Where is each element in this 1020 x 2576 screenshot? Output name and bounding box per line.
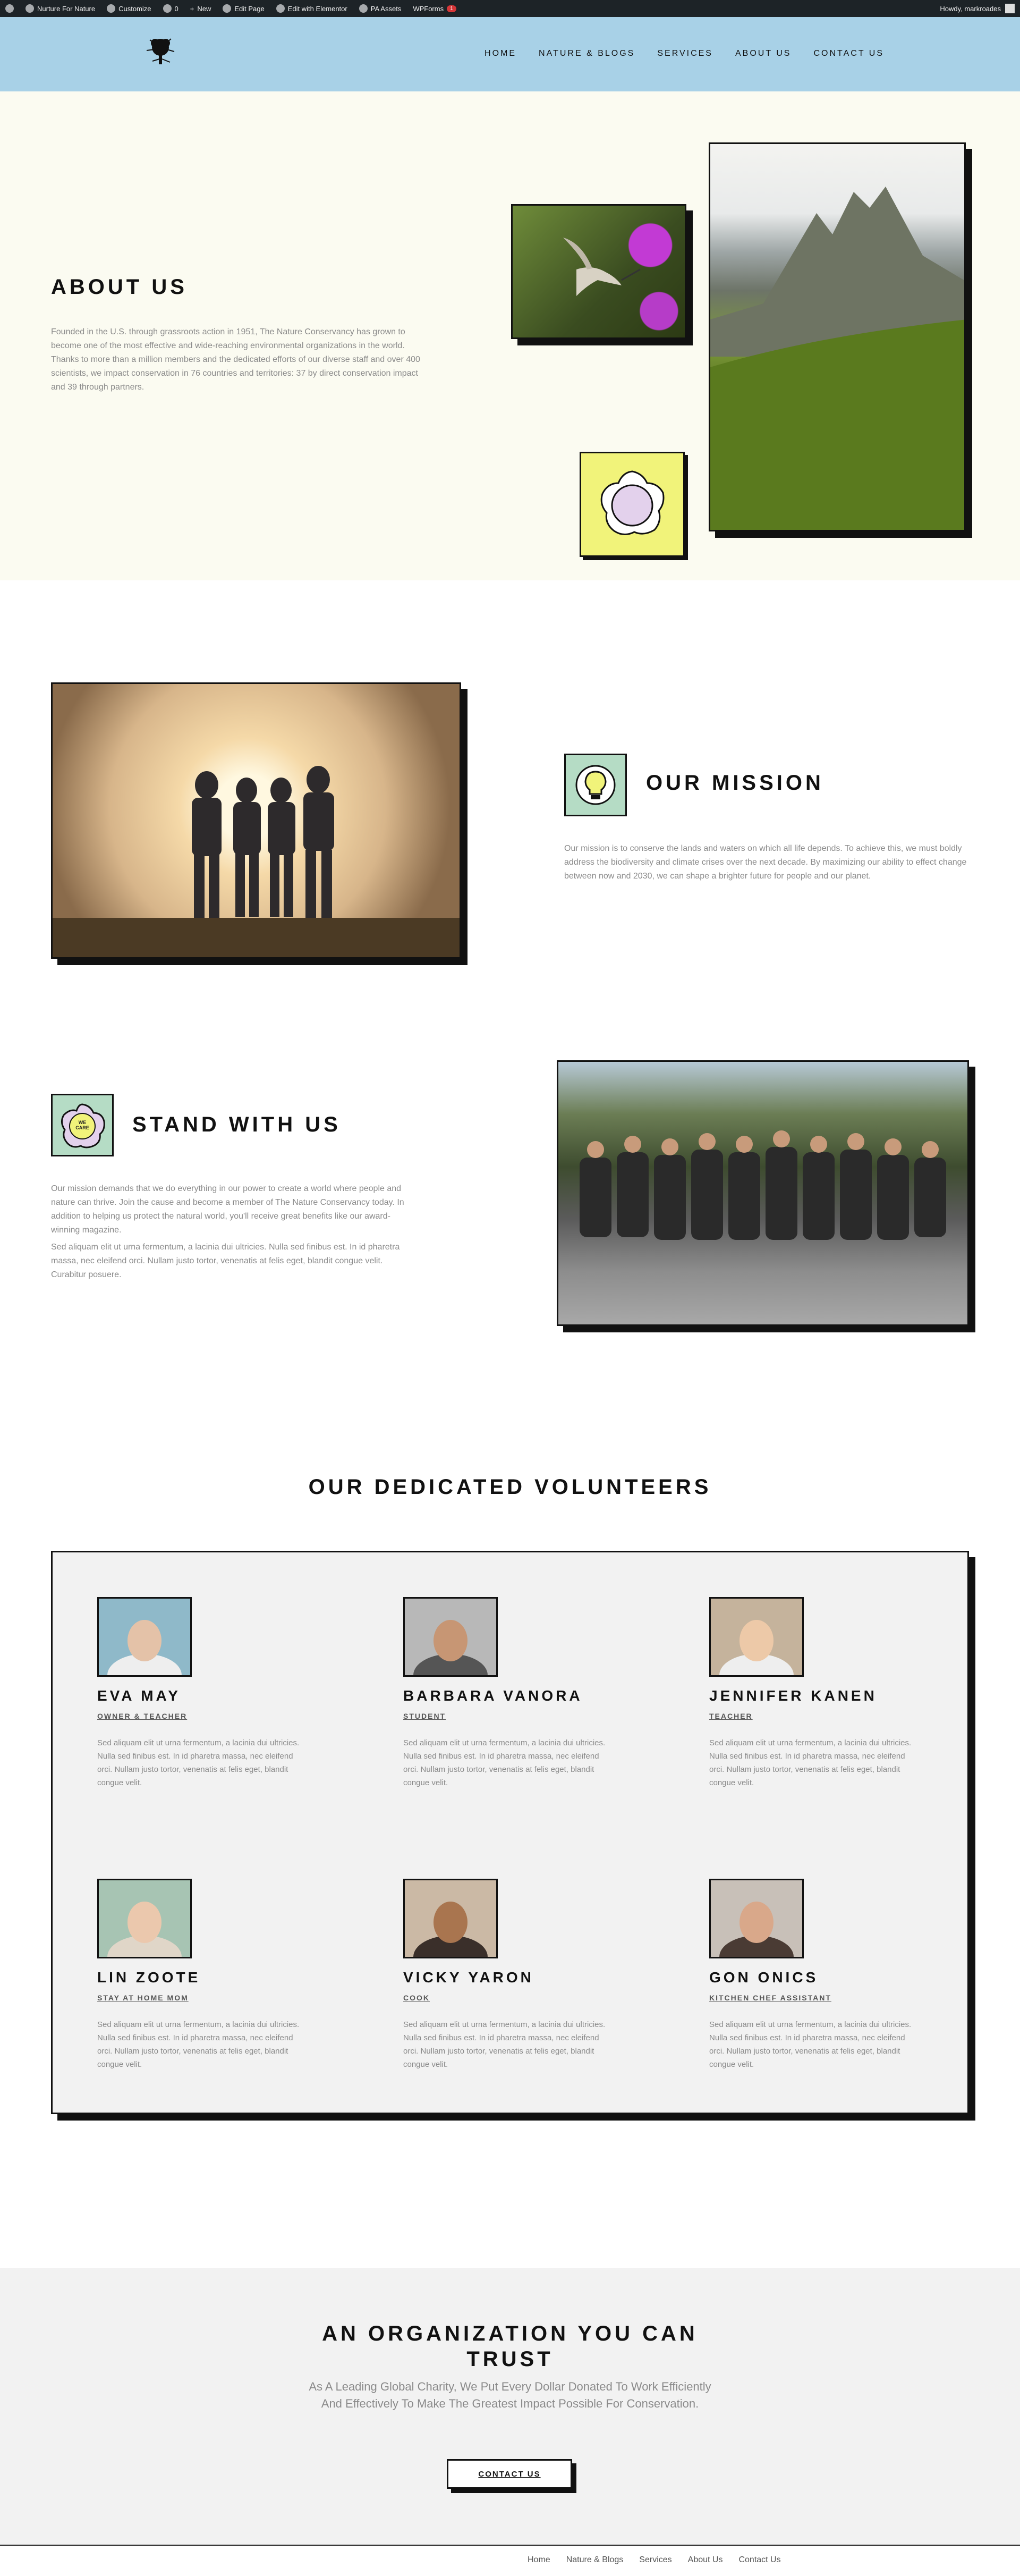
avatar bbox=[1005, 4, 1015, 13]
comment-icon bbox=[163, 4, 172, 13]
volunteer-name: BARBARA VANORA bbox=[403, 1687, 583, 1704]
trust-subtitle: As A Leading Global Charity, We Put Ever… bbox=[309, 2380, 711, 2410]
admin-customize[interactable]: Customize bbox=[107, 4, 151, 13]
volunteer-name: GON ONICS bbox=[709, 1969, 819, 1986]
volunteers-title: OUR DEDICATED VOLUNTEERS bbox=[308, 1475, 712, 1499]
volunteer-photo bbox=[403, 1879, 498, 1958]
nav-home[interactable]: HOME bbox=[484, 49, 516, 58]
volunteer-photo bbox=[97, 1597, 192, 1677]
brush-icon bbox=[107, 4, 116, 13]
elementor-icon bbox=[276, 4, 285, 13]
pencil-icon bbox=[223, 4, 232, 13]
admin-wpforms[interactable]: WPForms 1 bbox=[413, 5, 456, 13]
hummingbird-icon bbox=[563, 238, 641, 296]
volunteer-role[interactable]: STAY AT HOME MOM bbox=[97, 1994, 310, 2002]
footer-link-home[interactable]: Home bbox=[528, 2555, 550, 2565]
volunteer-name: EVA MAY bbox=[97, 1687, 181, 1704]
volunteer-card: EVA MAY OWNER & TEACHER Sed aliquam elit… bbox=[97, 1597, 310, 1789]
friends-sunset-image bbox=[51, 682, 461, 959]
trust-section: AN ORGANIZATION YOU CAN TRUST As A Leadi… bbox=[0, 2268, 1020, 2545]
group-people-icon bbox=[580, 1130, 946, 1240]
volunteer-photo bbox=[97, 1879, 192, 1958]
volunteer-bio: Sed aliquam elit ut urna fermentum, a la… bbox=[403, 1738, 606, 1787]
nav-about-us[interactable]: ABOUT US bbox=[735, 49, 792, 58]
flower-icon-box bbox=[580, 452, 685, 557]
mission-text: Our mission is to conserve the lands and… bbox=[564, 844, 967, 881]
nav-contact-us[interactable]: CONTACT US bbox=[813, 49, 884, 58]
volunteer-role[interactable]: OWNER & TEACHER bbox=[97, 1712, 310, 1720]
mission-title: OUR MISSION bbox=[646, 771, 824, 795]
volunteers-card: EVA MAY OWNER & TEACHER Sed aliquam elit… bbox=[51, 1551, 969, 2114]
mission-icon-box bbox=[564, 754, 627, 816]
stand-text-1: Our mission demands that we do everythin… bbox=[51, 1184, 404, 1235]
about-section: ABOUT US Founded in the U.S. through gra… bbox=[0, 91, 1020, 580]
volunteer-bio: Sed aliquam elit ut urna fermentum, a la… bbox=[403, 2020, 606, 2069]
volunteer-bio: Sed aliquam elit ut urna fermentum, a la… bbox=[709, 1738, 912, 1787]
volunteer-card: GON ONICS KITCHEN CHEF ASSISTANT Sed ali… bbox=[709, 1879, 922, 2071]
main-nav: HOME NATURE & BLOGS SERVICES ABOUT US CO… bbox=[484, 49, 884, 58]
admin-account[interactable]: Howdy, markroades bbox=[940, 4, 1015, 13]
admin-new[interactable]: + New bbox=[190, 5, 211, 13]
volunteer-role[interactable]: COOK bbox=[403, 1994, 616, 2002]
volunteer-card: LIN ZOOTE STAY AT HOME MOM Sed aliquam e… bbox=[97, 1879, 310, 2071]
site-logo[interactable] bbox=[139, 29, 182, 72]
volunteer-role[interactable]: STUDENT bbox=[403, 1712, 616, 1720]
stand-text-2: Sed aliquam elit ut urna fermentum, a la… bbox=[51, 1243, 400, 1279]
nav-services[interactable]: SERVICES bbox=[657, 49, 713, 58]
tree-logo-icon bbox=[146, 38, 175, 64]
plus-icon: + bbox=[190, 4, 194, 13]
volunteer-photo bbox=[709, 1879, 804, 1958]
admin-site-name[interactable]: Nurture For Nature bbox=[26, 4, 95, 13]
trust-title: AN ORGANIZATION YOU CAN TRUST bbox=[322, 2322, 698, 2371]
volunteer-card: JENNIFER KANEN TEACHER Sed aliquam elit … bbox=[709, 1597, 922, 1789]
admin-bar: Nurture For Nature Customize 0 + New Edit… bbox=[0, 0, 1020, 17]
about-text: Founded in the U.S. through grassroots a… bbox=[51, 327, 420, 392]
we-care-label: WE CARE bbox=[75, 1120, 89, 1130]
volunteer-photo bbox=[403, 1597, 498, 1677]
site-footer: Home Nature & Blogs Services About Us Co… bbox=[0, 2545, 1020, 2576]
footer-link-contact-us[interactable]: Contact Us bbox=[738, 2555, 780, 2565]
mountain-peaks-icon bbox=[710, 187, 964, 530]
volunteer-photo bbox=[709, 1597, 804, 1677]
admin-edit-page[interactable]: Edit Page bbox=[223, 4, 265, 13]
nav-nature-blogs[interactable]: NATURE & BLOGS bbox=[539, 49, 635, 58]
hummingbird-image bbox=[511, 204, 686, 339]
pa-icon bbox=[359, 4, 368, 13]
admin-edit-elementor[interactable]: Edit with Elementor bbox=[276, 4, 347, 13]
volunteer-group-image bbox=[557, 1060, 969, 1326]
people-silhouettes-icon bbox=[53, 766, 460, 957]
volunteer-bio: Sed aliquam elit ut urna fermentum, a la… bbox=[709, 2020, 912, 2069]
admin-comments[interactable]: 0 bbox=[163, 4, 178, 13]
footer-link-services[interactable]: Services bbox=[639, 2555, 672, 2565]
stand-title: STAND WITH US bbox=[132, 1113, 341, 1136]
volunteer-role[interactable]: TEACHER bbox=[709, 1712, 922, 1720]
wordpress-logo-icon[interactable] bbox=[5, 4, 14, 13]
site-header: HOME NATURE & BLOGS SERVICES ABOUT US CO… bbox=[0, 17, 1020, 91]
wpforms-badge: 1 bbox=[447, 5, 456, 12]
home-icon bbox=[26, 4, 34, 13]
about-title: ABOUT US bbox=[51, 275, 188, 299]
volunteer-card: VICKY YARON COOK Sed aliquam elit ut urn… bbox=[403, 1879, 616, 2071]
footer-link-nature-blogs[interactable]: Nature & Blogs bbox=[566, 2555, 624, 2565]
flower-icon bbox=[600, 470, 665, 535]
volunteer-name: LIN ZOOTE bbox=[97, 1969, 201, 1986]
footer-nav: Home Nature & Blogs Services About Us Co… bbox=[528, 2555, 781, 2565]
contact-us-button[interactable]: CONTACT US bbox=[447, 2459, 572, 2489]
volunteer-bio: Sed aliquam elit ut urna fermentum, a la… bbox=[97, 2020, 300, 2069]
stand-icon-box: WE CARE bbox=[51, 1094, 114, 1156]
volunteer-role[interactable]: KITCHEN CHEF ASSISTANT bbox=[709, 1994, 922, 2002]
mountain-image bbox=[709, 142, 966, 531]
volunteer-name: JENNIFER KANEN bbox=[709, 1687, 877, 1704]
volunteer-bio: Sed aliquam elit ut urna fermentum, a la… bbox=[97, 1738, 300, 1787]
volunteer-name: VICKY YARON bbox=[403, 1969, 534, 1986]
admin-pa-assets[interactable]: PA Assets bbox=[359, 4, 401, 13]
lightbulb-icon bbox=[575, 765, 616, 805]
footer-link-about-us[interactable]: About Us bbox=[688, 2555, 723, 2565]
volunteer-card: BARBARA VANORA STUDENT Sed aliquam elit … bbox=[403, 1597, 616, 1789]
